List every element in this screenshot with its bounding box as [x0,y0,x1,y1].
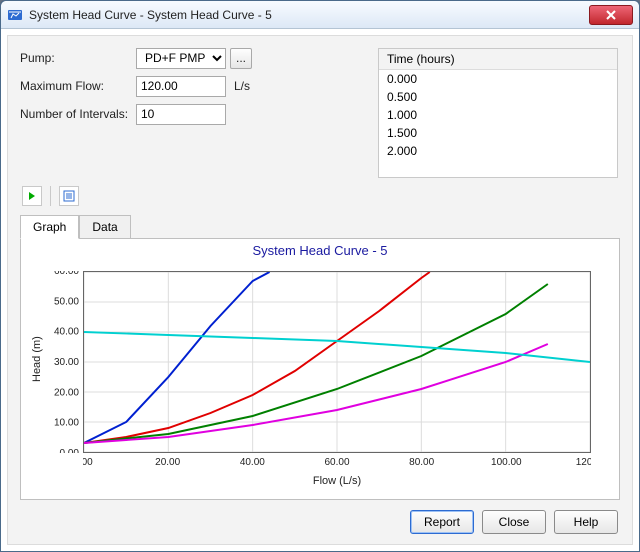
tab-container: Graph Data System Head Curve - 5 Head (m… [20,214,620,500]
help-button[interactable]: Help [554,510,618,534]
time-row[interactable]: 1.000 [379,106,617,124]
time-row[interactable]: 2.000 [379,142,617,160]
pump-label: Pump: [20,51,136,65]
chart-area: Head (m) 0.00 10.00 20.00 30.00 40.00 50.00 60… [31,265,609,489]
properties-button[interactable] [59,186,79,206]
close-button[interactable]: Close [482,510,546,534]
svg-text:60.00: 60.00 [324,457,349,468]
svg-text:40.00: 40.00 [240,457,265,468]
svg-text:60.00: 60.00 [54,271,79,277]
client-area: Pump: PD+F PMP ... Maximum Flow: L/s Num… [7,35,633,545]
row-pump: Pump: PD+F PMP ... [20,46,370,70]
time-row[interactable]: 0.000 [379,70,617,88]
svg-text:10.00: 10.00 [54,418,79,429]
tab-strip: Graph Data [20,214,620,238]
svg-text:20.00: 20.00 [54,387,79,398]
tab-pane-graph: System Head Curve - 5 Head (m) 0.00 10.00… [20,238,620,500]
maxflow-unit: L/s [234,79,250,93]
window-close-button[interactable] [589,5,633,25]
svg-text:100.00: 100.00 [491,457,522,468]
toolbar [22,186,79,206]
intervals-label: Number of Intervals: [20,107,136,121]
arrow-right-icon [26,190,38,202]
svg-text:80.00: 80.00 [409,457,434,468]
maxflow-input[interactable] [136,76,226,97]
y-ticks: 0.00 10.00 20.00 30.00 40.00 50.00 60.00 [45,271,83,453]
intervals-input[interactable] [136,104,226,125]
svg-text:40.00: 40.00 [54,327,79,338]
svg-text:30.00: 30.00 [54,357,79,368]
pump-browse-button[interactable]: ... [230,48,252,69]
close-icon [605,10,617,20]
plot-svg [84,272,590,452]
tab-graph[interactable]: Graph [20,215,79,239]
report-button[interactable]: Report [410,510,474,534]
time-list: Time (hours) 0.000 0.500 1.000 1.500 2.0… [378,48,618,178]
footer: Report Close Help [410,510,618,534]
maxflow-label: Maximum Flow: [20,79,136,93]
svg-text:20.00: 20.00 [155,457,180,468]
form-panel: Pump: PD+F PMP ... Maximum Flow: L/s Num… [20,46,370,130]
tab-data[interactable]: Data [79,215,130,239]
titlebar: System Head Curve - System Head Curve - … [1,1,639,29]
svg-text:50.00: 50.00 [54,296,79,307]
window: System Head Curve - System Head Curve - … [0,0,640,552]
row-maxflow: Maximum Flow: L/s [20,74,370,98]
row-intervals: Number of Intervals: [20,102,370,126]
time-row[interactable]: 0.500 [379,88,617,106]
app-icon [7,7,23,23]
x-axis-label: Flow (L/s) [83,475,591,487]
svg-text:120.00: 120.00 [576,457,591,468]
x-ticks: 0.00 20.00 40.00 60.00 80.00 100.00 120.00 [83,453,591,473]
time-row[interactable]: 1.500 [379,124,617,142]
toolbar-separator [50,186,51,206]
window-title: System Head Curve - System Head Curve - … [29,8,589,22]
properties-icon [63,190,75,202]
svg-text:0.00: 0.00 [83,457,93,468]
run-button[interactable] [22,186,42,206]
pump-select[interactable]: PD+F PMP [136,48,226,69]
time-header: Time (hours) [379,49,617,70]
y-axis-label: Head (m) [31,265,45,453]
chart-title: System Head Curve - 5 [21,239,619,258]
svg-text:0.00: 0.00 [60,448,80,453]
plot-box [83,271,591,453]
